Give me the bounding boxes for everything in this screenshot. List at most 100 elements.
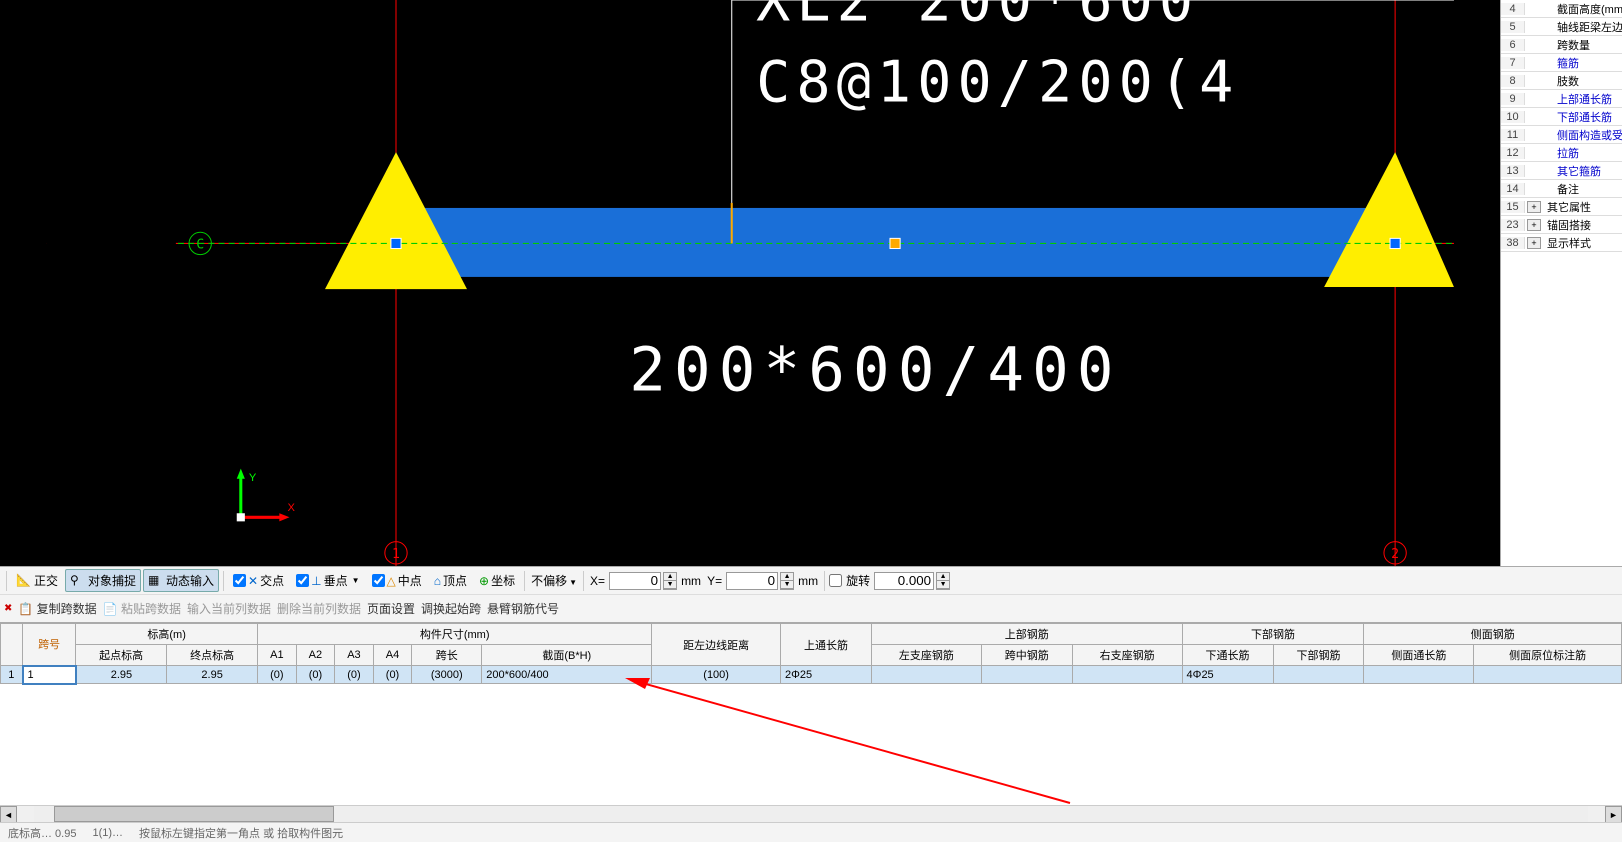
cell-bottom-bar[interactable]	[1273, 666, 1364, 684]
snap-vertex[interactable]: ⌂顶点	[429, 569, 472, 592]
snap-mid[interactable]: △中点	[367, 569, 427, 592]
cell-a2[interactable]: (0)	[296, 666, 335, 684]
copy-span-button[interactable]: 📋 复制跨数据	[18, 600, 96, 617]
row-number[interactable]: 1	[1, 666, 23, 684]
col-left-support[interactable]: 左支座钢筋	[871, 645, 981, 666]
property-row[interactable]: 14+备注	[1501, 180, 1622, 198]
property-row[interactable]: 38+显示样式	[1501, 234, 1622, 252]
col-mid-span[interactable]: 跨中钢筋	[981, 645, 1072, 666]
rotate-input[interactable]	[874, 572, 934, 590]
cell-side-through[interactable]	[1364, 666, 1474, 684]
x-input[interactable]	[609, 572, 661, 590]
snap-toggle[interactable]: ⚲对象捕捉	[65, 569, 141, 592]
orthogonal-toggle[interactable]: 📐正交	[11, 569, 63, 592]
page-setup-button[interactable]: 页面设置	[367, 600, 415, 617]
col-dims[interactable]: 构件尺寸(mm)	[258, 624, 652, 645]
rotate-check[interactable]	[829, 574, 842, 587]
property-row[interactable]: 23+锚固搭接	[1501, 216, 1622, 234]
cantilever-button[interactable]: 悬臂钢筋代号	[487, 600, 559, 617]
cell-bottom-through[interactable]: 4Φ25	[1182, 666, 1273, 684]
offset-mode[interactable]: 不偏移▼	[529, 572, 579, 589]
property-row[interactable]: 4+截面高度(mm)	[1501, 0, 1622, 18]
expand-icon[interactable]: +	[1527, 201, 1541, 213]
dyninput-toggle[interactable]: ▦动态输入	[143, 569, 219, 592]
x-spinner[interactable]: ▲▼	[663, 572, 677, 590]
col-end-elev[interactable]: 终点标高	[167, 645, 258, 666]
expand-icon[interactable]: +	[1527, 219, 1541, 231]
cell-left-dist[interactable]: (100)	[652, 666, 781, 684]
col-left-dist[interactable]: 距左边线距离	[652, 624, 781, 666]
property-row[interactable]: 9+上部通长筋	[1501, 90, 1622, 108]
property-row[interactable]: 12+拉筋	[1501, 144, 1622, 162]
cell-left-support[interactable]	[871, 666, 981, 684]
rotate-spinner[interactable]: ▲▼	[936, 572, 950, 590]
col-bottom-bar[interactable]: 下部钢筋	[1273, 645, 1364, 666]
adjust-span-button[interactable]: 调换起始跨	[421, 600, 481, 617]
cell-a3[interactable]: (0)	[335, 666, 374, 684]
expand-icon[interactable]: +	[1527, 237, 1541, 249]
scroll-left-arrow[interactable]: ◄	[0, 806, 17, 822]
col-side-original[interactable]: 侧面原位标注筋	[1474, 645, 1622, 666]
property-row[interactable]: 11+侧面构造或受扭筋	[1501, 126, 1622, 144]
horizontal-scrollbar[interactable]: ◄ ►	[0, 805, 1622, 822]
close-panel-icon[interactable]: ✖	[4, 603, 12, 614]
cad-canvas[interactable]: C 1 2 XL2 200*600 C8@100/200(4 200*600/4…	[0, 0, 1500, 566]
property-number: 4	[1501, 3, 1525, 15]
cell-a1[interactable]: (0)	[258, 666, 297, 684]
table-row[interactable]: 1 1 2.95 2.95 (0) (0) (0) (0) (3000) 200…	[1, 666, 1622, 684]
cell-section[interactable]: 200*600/400	[482, 666, 652, 684]
cell-top-through[interactable]: 2Φ25	[780, 666, 871, 684]
property-label: 备注	[1543, 181, 1622, 197]
col-top-through[interactable]: 上通长筋	[780, 624, 871, 666]
y-spinner[interactable]: ▲▼	[780, 572, 794, 590]
col-start-elev[interactable]: 起点标高	[76, 645, 167, 666]
col-a4[interactable]: A4	[373, 645, 412, 666]
y-label: Y=	[705, 574, 724, 588]
col-a1[interactable]: A1	[258, 645, 297, 666]
input-col-button[interactable]: 输入当前列数据	[187, 600, 271, 617]
col-span-len[interactable]: 跨长	[412, 645, 482, 666]
col-right-support[interactable]: 右支座钢筋	[1072, 645, 1182, 666]
col-a3[interactable]: A3	[335, 645, 374, 666]
property-row[interactable]: 5+轴线距梁左边线距	[1501, 18, 1622, 36]
rotate-label: 旋转	[844, 572, 872, 589]
col-top-rebar[interactable]: 上部钢筋	[871, 624, 1182, 645]
status-hint-1: 底标高… 0.95	[8, 825, 76, 841]
snap-cross[interactable]: ✕交点	[228, 569, 289, 592]
property-row[interactable]: 8+肢数	[1501, 72, 1622, 90]
col-bottom-through[interactable]: 下通长筋	[1182, 645, 1273, 666]
property-number: 6	[1501, 39, 1525, 51]
col-side-rebar[interactable]: 侧面钢筋	[1364, 624, 1622, 645]
snap-perp[interactable]: ⊥垂点▼	[291, 569, 364, 592]
scroll-right-arrow[interactable]: ►	[1605, 806, 1622, 822]
y-input[interactable]	[726, 572, 778, 590]
grid-toolbar: ✖ 📋 复制跨数据 📄 粘贴跨数据 输入当前列数据 删除当前列数据 页面设置 调…	[0, 594, 1622, 622]
col-side-through[interactable]: 侧面通长筋	[1364, 645, 1474, 666]
property-row[interactable]: 15+其它属性	[1501, 198, 1622, 216]
property-row[interactable]: 10+下部通长筋	[1501, 108, 1622, 126]
cell-right-support[interactable]	[1072, 666, 1182, 684]
cell-mid-span[interactable]	[981, 666, 1072, 684]
property-label: 其它属性	[1543, 199, 1622, 215]
property-row[interactable]: 13+其它箍筋	[1501, 162, 1622, 180]
y-unit: mm	[796, 574, 820, 588]
property-row[interactable]: 7+箍筋	[1501, 54, 1622, 72]
property-number: 15	[1501, 201, 1525, 213]
cell-side-original[interactable]	[1474, 666, 1622, 684]
delete-col-button[interactable]: 删除当前列数据	[277, 600, 361, 617]
col-span[interactable]: 跨号	[23, 624, 76, 666]
col-section[interactable]: 截面(B*H)	[482, 645, 652, 666]
cell-span[interactable]: 1	[23, 666, 76, 684]
col-elevation[interactable]: 标高(m)	[76, 624, 258, 645]
property-row[interactable]: 6+跨数量	[1501, 36, 1622, 54]
col-a2[interactable]: A2	[296, 645, 335, 666]
span-data-grid[interactable]: 跨号 标高(m) 构件尺寸(mm) 距左边线距离 上通长筋 上部钢筋 下部钢筋 …	[0, 622, 1622, 822]
paste-span-button[interactable]: 📄 粘贴跨数据	[103, 600, 181, 617]
cell-span-len[interactable]: (3000)	[412, 666, 482, 684]
col-bottom-rebar[interactable]: 下部钢筋	[1182, 624, 1364, 645]
cell-end-elev[interactable]: 2.95	[167, 666, 258, 684]
scroll-thumb[interactable]	[54, 806, 334, 822]
cell-start-elev[interactable]: 2.95	[76, 666, 167, 684]
cell-a4[interactable]: (0)	[373, 666, 412, 684]
snap-coord[interactable]: ⊕坐标	[474, 569, 520, 592]
